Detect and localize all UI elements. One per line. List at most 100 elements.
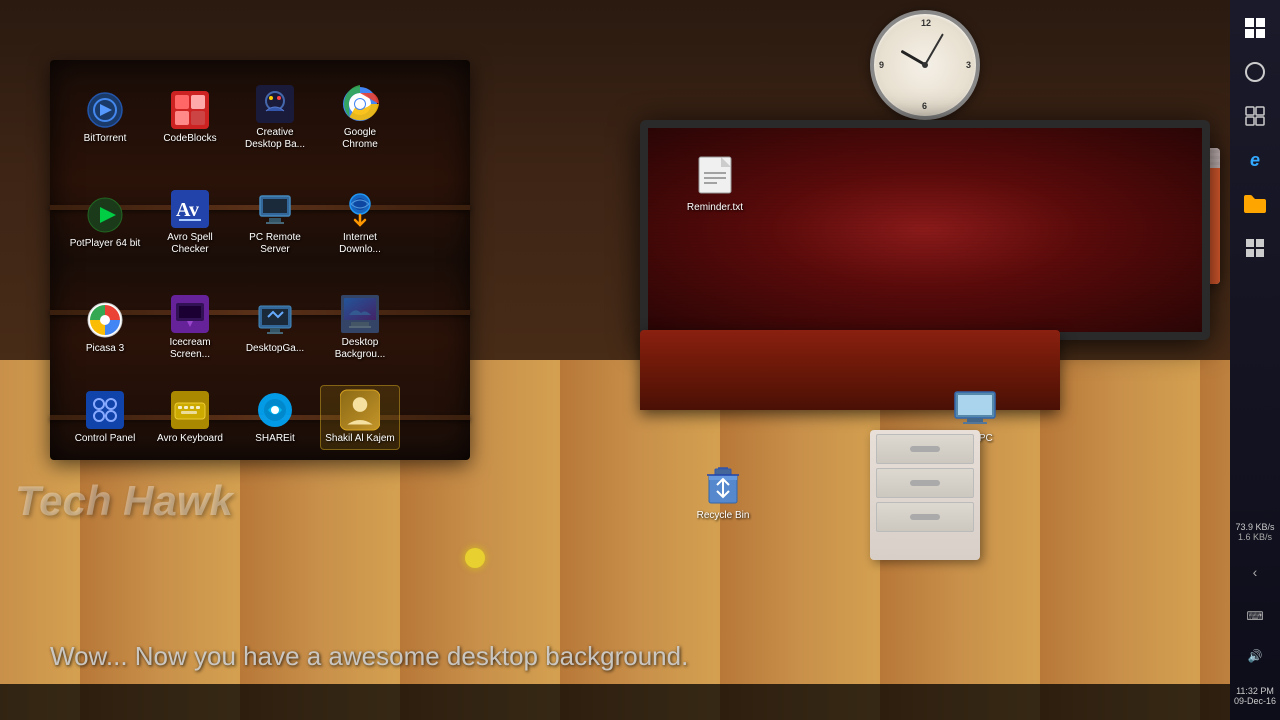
sidebar-windows-start[interactable] <box>1237 10 1273 46</box>
icon-shakil-al-kajem[interactable]: Shakil Al Kajem <box>320 385 400 450</box>
icon-picasa[interactable]: Picasa 3 <box>65 296 145 359</box>
shakil-al-kajem-label: Shakil Al Kajem <box>325 433 394 445</box>
icecream-screen-label: Icecream Screen... <box>154 337 226 361</box>
right-sidebar: e 73.9 KB/s 1.6 KB/s ‹ ⌨ 🔊 <box>1230 0 1280 720</box>
potplayer-icon <box>85 195 125 235</box>
clock-num-6: 6 <box>922 101 927 111</box>
internet-download-icon <box>340 189 380 229</box>
cabinet-drawer-2 <box>876 468 974 498</box>
sidebar-edge[interactable]: e <box>1237 142 1273 178</box>
clock-minute-hand <box>924 33 944 65</box>
icon-internet-download[interactable]: Internet Downlo... <box>320 185 400 260</box>
bittorrent-label: BitTorrent <box>84 133 127 145</box>
cabinet-drawer-3 <box>876 502 974 532</box>
icon-desktop-background[interactable]: Desktop Backgrou... <box>320 290 400 365</box>
icon-potplayer[interactable]: PotPlayer 64 bit <box>65 191 145 254</box>
sidebar-task-view[interactable] <box>1237 98 1273 134</box>
clock-num-12: 12 <box>921 18 931 28</box>
subtitle-overlay: Wow... Now you have a awesome desktop ba… <box>0 629 1230 684</box>
potplayer-label: PotPlayer 64 bit <box>70 238 141 250</box>
codeblocks-icon <box>170 90 210 130</box>
icon-desktopga[interactable]: DesktopGa... <box>235 296 315 359</box>
codeblocks-label: CodeBlocks <box>163 133 216 145</box>
monitor-frame <box>640 120 1210 340</box>
clock-widget: 12 3 6 9 <box>870 10 990 130</box>
internet-download-label: Internet Downlo... <box>324 232 396 256</box>
desktop: BitTorrent CodeBlocks <box>0 0 1280 720</box>
avro-spell-icon: Av <box>170 189 210 229</box>
network-upload: 1.6 KB/s <box>1235 532 1274 542</box>
desktop-background-icon <box>340 294 380 334</box>
filing-cabinet <box>870 430 980 560</box>
avro-spell-label: Avro Spell Checker <box>154 232 226 256</box>
clock-num-3: 3 <box>966 60 971 70</box>
shelf-row-icons-2: PotPlayer 64 bit Av Avro Spell Checker <box>50 185 470 260</box>
shelf-row-icons-1: BitTorrent CodeBlocks <box>50 80 470 155</box>
shelf-row-icons-3: Picasa 3 Icecream Screen... <box>50 290 470 365</box>
icon-avro-spell[interactable]: Av Avro Spell Checker <box>150 185 230 260</box>
icon-reminder-txt[interactable]: Reminder.txt <box>680 155 750 214</box>
sidebar-folder[interactable] <box>1237 186 1273 222</box>
network-download: 73.9 KB/s <box>1235 522 1274 532</box>
sidebar-search[interactable] <box>1237 54 1273 90</box>
reminder-txt-label: Reminder.txt <box>687 202 743 214</box>
picasa-label: Picasa 3 <box>86 343 124 355</box>
shelf-row-icons-4: Control Panel Avro Keyboard <box>50 385 470 450</box>
cabinet-handle-2 <box>910 480 940 486</box>
tray-volume-icon[interactable]: 🔊 <box>1237 638 1273 674</box>
pc-remote-server-icon <box>255 189 295 229</box>
taskbar <box>0 684 1230 720</box>
network-speed: 73.9 KB/s 1.6 KB/s <box>1233 518 1276 546</box>
system-date: 09-Dec-16 <box>1234 696 1276 706</box>
creative-desktop-icon <box>255 84 295 124</box>
tray-icons: ⌨ 🔊 <box>1237 598 1273 674</box>
google-chrome-label: GoogleChrome <box>342 127 378 151</box>
control-panel-label: Control Panel <box>75 433 136 445</box>
clock-center <box>922 62 928 68</box>
desktopga-icon <box>255 300 295 340</box>
shareit-icon <box>255 390 295 430</box>
icon-bittorrent[interactable]: BitTorrent <box>65 86 145 149</box>
subtitle-text: Wow... Now you have a awesome desktop ba… <box>50 641 688 671</box>
icon-control-panel[interactable]: Control Panel <box>65 386 145 449</box>
reminder-txt-icon <box>697 155 733 202</box>
avro-keyboard-label: Avro Keyboard <box>157 433 223 445</box>
icon-creative-desktop[interactable]: Creative Desktop Ba... <box>235 80 315 155</box>
shelf-icons-container: BitTorrent CodeBlocks <box>50 55 470 475</box>
icon-shareit[interactable]: SHAREit <box>235 386 315 449</box>
cabinet-handle-1 <box>910 446 940 452</box>
desktop-background-label: Desktop Backgrou... <box>324 337 396 361</box>
icon-icecream-screen[interactable]: Icecream Screen... <box>150 290 230 365</box>
shakil-al-kajem-icon <box>340 390 380 430</box>
pc-remote-server-label: PC Remote Server <box>239 232 311 256</box>
icon-pc-remote-server[interactable]: PC Remote Server <box>235 185 315 260</box>
shareit-label: SHAREit <box>255 433 294 445</box>
recycle-bin-label: Recycle Bin <box>697 510 750 522</box>
tray-keyboard-icon[interactable]: ⌨ <box>1237 598 1273 634</box>
system-time: 11:32 PM <box>1234 686 1276 696</box>
desktopga-label: DesktopGa... <box>246 343 304 355</box>
bittorrent-icon <box>85 90 125 130</box>
svg-text:Av: Av <box>176 199 199 221</box>
tech-hawk-watermark: Tech Hawk <box>15 477 233 525</box>
cabinet-drawer-1 <box>876 434 974 464</box>
sidebar-expand-arrow[interactable]: ‹ <box>1237 554 1273 590</box>
control-panel-icon <box>85 390 125 430</box>
this-pc-icon-img <box>953 390 997 433</box>
icecream-screen-icon <box>170 294 210 334</box>
creative-desktop-label: Creative Desktop Ba... <box>239 127 311 151</box>
icon-avro-keyboard[interactable]: Avro Keyboard <box>150 386 230 449</box>
icon-google-chrome[interactable]: GoogleChrome <box>320 80 400 155</box>
mouse-cursor <box>465 548 485 568</box>
system-time-display: 11:32 PM 09-Dec-16 <box>1232 682 1278 710</box>
cabinet-handle-3 <box>910 514 940 520</box>
avro-keyboard-icon <box>170 390 210 430</box>
recycle-bin-icon-img <box>705 465 741 510</box>
sidebar-store[interactable] <box>1237 230 1273 266</box>
clock-face: 12 3 6 9 <box>870 10 980 120</box>
picasa-icon <box>85 300 125 340</box>
clock-num-9: 9 <box>879 60 884 70</box>
icon-recycle-bin[interactable]: Recycle Bin <box>688 465 758 522</box>
google-chrome-icon <box>340 84 380 124</box>
icon-codeblocks[interactable]: CodeBlocks <box>150 86 230 149</box>
